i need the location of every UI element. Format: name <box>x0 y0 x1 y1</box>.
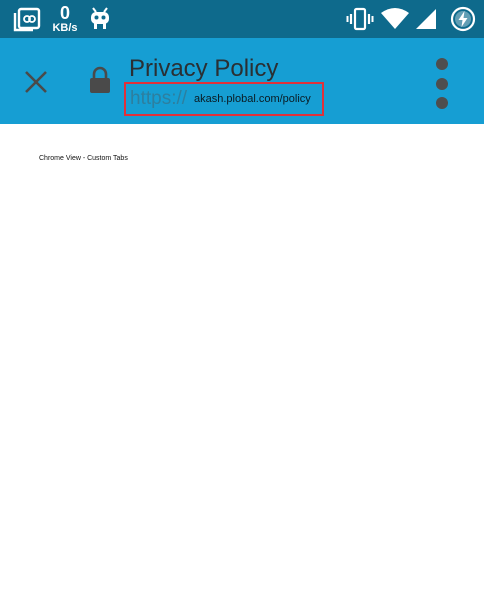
network-speed: 0 KB/s <box>50 4 80 34</box>
battery-charging-icon <box>450 6 476 32</box>
overflow-menu-dot <box>436 97 448 109</box>
close-icon[interactable] <box>22 68 50 96</box>
signal-icon <box>416 9 436 29</box>
page-title: Privacy Policy <box>129 55 279 82</box>
overflow-menu-dot <box>436 78 448 90</box>
url-host: akash.plobal.com/policy <box>194 93 311 105</box>
overflow-menu-button[interactable] <box>432 58 452 110</box>
body-text: Chrome View - Custom Tabs <box>39 155 128 162</box>
network-speed-value: 0 <box>59 3 70 23</box>
vibrate-icon <box>346 7 374 31</box>
url-scheme: https:// <box>130 88 188 109</box>
lock-icon <box>90 66 110 93</box>
url-bar[interactable]: https:// akash.plobal.com/policy <box>124 82 324 116</box>
overflow-menu-icon <box>436 58 448 70</box>
gallery-icon <box>13 7 41 32</box>
web-content: Chrome View - Custom Tabs <box>0 124 484 607</box>
status-bar: 0 KB/s <box>0 0 484 38</box>
android-icon <box>91 7 109 29</box>
custom-tab-toolbar: Privacy Policy https:// akash.plobal.com… <box>0 38 484 124</box>
wifi-icon <box>381 8 409 29</box>
network-speed-unit: KB/s <box>52 22 78 34</box>
